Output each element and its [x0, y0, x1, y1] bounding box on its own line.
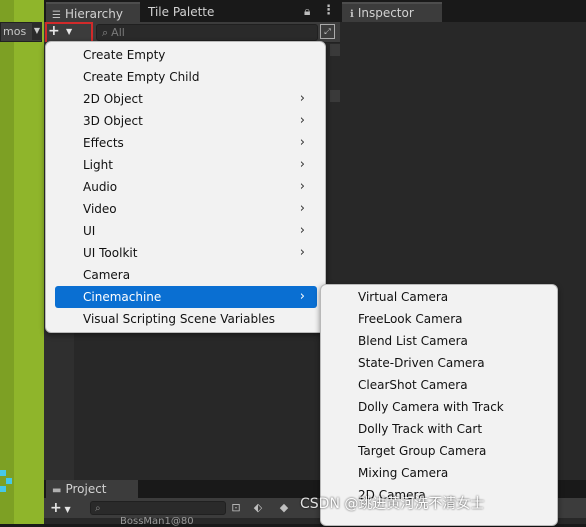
add-plus-icon: + — [50, 500, 62, 516]
menu-item[interactable]: UI Toolkit › — [55, 242, 317, 264]
menu-item-label: Create Empty — [83, 48, 166, 62]
menu-item-label: Light — [83, 158, 113, 172]
kebab-menu-icon[interactable]: ⋮ — [322, 3, 335, 18]
submenu-item[interactable]: Blend List Camera — [327, 330, 549, 352]
menu-item-label: UI — [83, 224, 96, 238]
submenu-item[interactable]: Mixing Camera — [327, 462, 549, 484]
chevron-right-icon: › — [299, 113, 305, 128]
tab-inspector[interactable]: ℹ Inspector — [342, 2, 442, 22]
project-search-input[interactable]: ⌕ — [90, 501, 226, 515]
menu-item[interactable]: 3D Object › — [55, 110, 317, 132]
project-add-button[interactable]: + ▼ — [50, 498, 71, 520]
chevron-right-icon: › — [299, 179, 305, 194]
watermark-text: CSDN @跳进黄河洗不清女士 — [300, 496, 485, 512]
scene-view[interactable] — [0, 0, 44, 524]
gizmos-label: mos — [3, 25, 27, 38]
tab-hierarchy[interactable]: ☰ Hierarchy — [46, 2, 140, 22]
chevron-right-icon: › — [299, 201, 305, 216]
hierarchy-search-input[interactable]: ⌕ All — [96, 24, 318, 41]
lock-icon[interactable]: 🔒︎ — [304, 4, 310, 19]
menu-item[interactable]: Video › — [55, 198, 317, 220]
menu-item[interactable]: Create Empty Child — [55, 66, 317, 88]
search-by-type-icon[interactable]: ⊡ — [228, 500, 244, 516]
folder-icon: ▬ — [52, 485, 62, 496]
chevron-right-icon: › — [299, 245, 305, 260]
submenu-item[interactable]: ClearShot Camera — [327, 374, 549, 396]
search-icon: ⌕ — [102, 26, 109, 39]
menu-item[interactable]: Visual Scripting Scene Variables — [55, 308, 317, 330]
create-context-menu: Create Empty Create Empty Child 2D Object ›… — [45, 41, 326, 333]
chevron-down-icon: ▼ — [61, 505, 71, 514]
search-options-icon[interactable]: ⤢ — [320, 24, 335, 39]
tab-hierarchy-label: Hierarchy — [64, 7, 123, 21]
search-placeholder: All — [111, 26, 125, 39]
chevron-right-icon: › — [299, 135, 305, 150]
menu-item-label: Cinemachine — [83, 290, 162, 304]
menu-item-label: Visual Scripting Scene Variables — [83, 312, 276, 326]
menu-item[interactable]: Audio › — [55, 176, 317, 198]
chevron-right-icon: › — [299, 157, 305, 172]
scene-gizmo-marker — [6, 478, 12, 484]
submenu-item[interactable]: Target Group Camera — [327, 440, 549, 462]
scene-gizmo-marker — [0, 486, 6, 492]
scene-gizmo-marker — [0, 470, 6, 476]
submenu-item[interactable]: Dolly Track with Cart — [327, 418, 549, 440]
project-asset-row[interactable]: BossMan1@80 — [120, 516, 194, 527]
info-icon: ℹ — [350, 9, 354, 20]
tab-project-label: Project — [65, 482, 107, 496]
submenu-item[interactable]: FreeLook Camera — [327, 308, 549, 330]
menu-item[interactable]: Camera — [55, 264, 317, 286]
menu-item-label: UI Toolkit — [83, 246, 138, 260]
submenu-item[interactable]: Virtual Camera — [327, 286, 549, 308]
submenu-item[interactable]: State-Driven Camera — [327, 352, 549, 374]
hierarchy-row-edge — [330, 90, 340, 102]
menu-item[interactable]: Cinemachine › — [55, 286, 317, 308]
tab-tile-palette-label: Tile Palette — [148, 5, 215, 19]
tab-project[interactable]: ▬ Project — [46, 480, 138, 498]
menu-item-label: 3D Object — [83, 114, 143, 128]
chevron-right-icon: › — [299, 223, 305, 238]
menu-item-label: Create Empty Child — [83, 70, 200, 84]
tab-inspector-label: Inspector — [357, 6, 414, 20]
search-icon: ⌕ — [95, 503, 101, 514]
menu-item-label: Camera — [83, 268, 131, 282]
chevron-right-icon: › — [299, 91, 305, 106]
tab-tile-palette[interactable]: Tile Palette — [144, 2, 248, 22]
menu-item-label: Audio — [83, 180, 118, 194]
menu-item-label: 2D Object — [83, 92, 143, 106]
menu-item[interactable]: UI › — [55, 220, 317, 242]
menu-item[interactable]: Effects › — [55, 132, 317, 154]
chevron-right-icon: › — [299, 289, 305, 304]
cinemachine-submenu: Virtual Camera FreeLook Camera Blend List … — [320, 284, 558, 526]
menu-item-label: Video — [83, 202, 117, 216]
hierarchy-row-edge — [330, 44, 340, 56]
hierarchy-list-icon: ☰ — [52, 10, 61, 21]
menu-item-label: Effects — [83, 136, 124, 150]
submenu-item[interactable]: Dolly Camera with Track — [327, 396, 549, 418]
menu-item[interactable]: Create Empty — [55, 44, 317, 66]
gizmos-dropdown-icon[interactable]: ▼ — [32, 22, 42, 40]
filter-type-icon[interactable]: ⬖ — [250, 500, 266, 516]
menu-item[interactable]: 2D Object › — [55, 88, 317, 110]
menu-item[interactable]: Light › — [55, 154, 317, 176]
label-tag-icon[interactable]: ◆ — [276, 500, 292, 516]
